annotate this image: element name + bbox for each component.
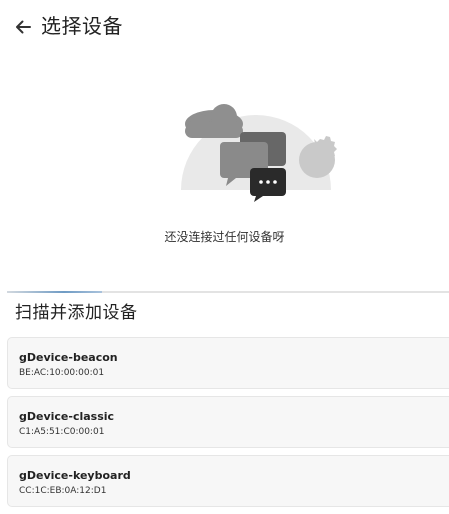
app-bar: 选择设备	[0, 0, 449, 52]
device-item[interactable]: gDevice-keyboard CC:1C:EB:0A:12:D1	[7, 455, 449, 507]
device-item[interactable]: gDevice-classic C1:A5:51:C0:00:01	[7, 396, 449, 448]
device-address: BE:AC:10:00:00:01	[19, 368, 105, 378]
scan-section-title: 扫描并添加设备	[15, 303, 138, 323]
empty-state-message: 还没连接过任何设备呀	[164, 230, 285, 244]
arrow-left-icon	[16, 20, 31, 34]
scan-progress-bar	[7, 291, 449, 293]
device-list: gDevice-beacon BE:AC:10:00:00:01 gDevice…	[7, 337, 449, 514]
device-name: gDevice-classic	[19, 410, 115, 423]
scan-progress-indicator	[7, 291, 102, 293]
device-name: gDevice-keyboard	[19, 469, 131, 482]
empty-state-illustration	[178, 100, 340, 202]
device-item[interactable]: gDevice-beacon BE:AC:10:00:00:01	[7, 337, 449, 389]
back-button[interactable]	[8, 12, 38, 42]
device-address: CC:1C:EB:0A:12:D1	[19, 486, 107, 496]
device-name: gDevice-beacon	[19, 351, 118, 364]
page-title: 选择设备	[41, 14, 123, 38]
device-address: C1:A5:51:C0:00:01	[19, 427, 105, 437]
